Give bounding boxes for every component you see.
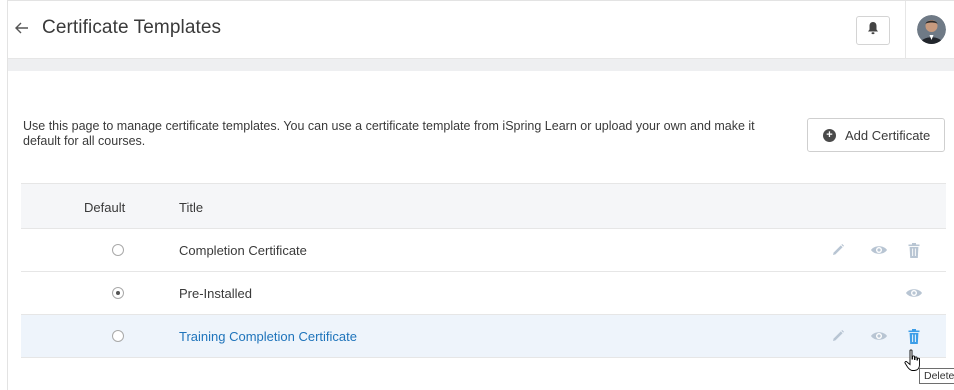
table-row: Completion Certificate: [21, 229, 946, 272]
column-header-default: Default: [84, 200, 126, 215]
back-arrow-icon[interactable]: [14, 18, 30, 38]
notifications-button[interactable]: [856, 16, 890, 45]
edit-icon[interactable]: [828, 326, 848, 346]
column-header-title: Title: [179, 200, 204, 215]
add-certificate-label: Add Certificate: [845, 127, 931, 143]
add-certificate-button[interactable]: + Add Certificate: [807, 118, 945, 152]
header-divider: [905, 1, 906, 59]
certificate-title: Pre-Installed: [179, 286, 252, 301]
avatar[interactable]: [917, 15, 946, 44]
eye-icon[interactable]: [869, 326, 889, 346]
table-header: Default Title: [21, 183, 946, 229]
page: Certificate Templates Use this page to m…: [7, 0, 954, 390]
intro-text: Use this page to manage certificate temp…: [23, 119, 755, 148]
table-row: Pre-Installed: [21, 272, 946, 315]
delete-tooltip: Delete: [919, 368, 954, 384]
plus-circle-icon: +: [823, 128, 836, 142]
header-band: [8, 59, 954, 71]
certificates-table: Default Title Completion Certificate Pre…: [21, 183, 946, 358]
page-title: Certificate Templates: [42, 17, 222, 38]
certificate-title-link[interactable]: Training Completion Certificate: [179, 329, 357, 344]
edit-icon[interactable]: [828, 240, 848, 260]
page-header: Certificate Templates: [8, 1, 954, 59]
bell-icon: [867, 21, 879, 40]
default-radio-checked[interactable]: [112, 287, 124, 299]
eye-icon[interactable]: [869, 240, 889, 260]
certificate-title: Completion Certificate: [179, 243, 307, 258]
default-radio[interactable]: [112, 330, 124, 342]
eye-icon[interactable]: [904, 283, 924, 303]
default-radio[interactable]: [112, 244, 124, 256]
trash-icon-active[interactable]: [904, 326, 924, 346]
table-row: Training Completion Certificate: [21, 315, 946, 358]
trash-icon[interactable]: [904, 240, 924, 260]
